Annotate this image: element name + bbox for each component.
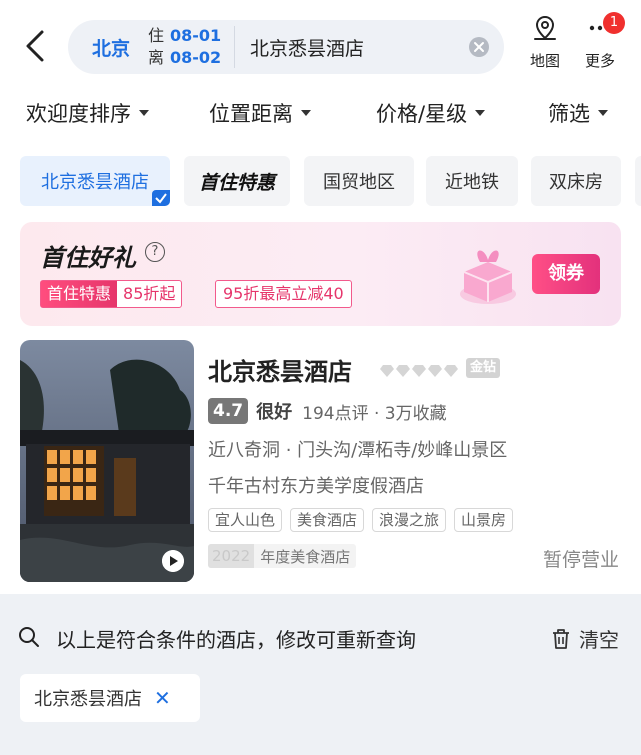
notification-badge: 1 <box>603 12 625 34</box>
diamond-icon <box>444 362 458 377</box>
hotel-tag: 宜人山色 <box>208 508 283 532</box>
active-query-chip[interactable]: 北京悉昙酒店 ✕ <box>20 674 200 722</box>
promo-tag-value: 85折起 <box>123 284 176 303</box>
checkout-label: 离 <box>148 48 165 67</box>
rating-word: 很好 <box>256 402 293 423</box>
search-query[interactable]: 北京悉昙酒店 <box>250 34 364 61</box>
more-button[interactable]: 更多 1 <box>574 12 626 71</box>
chip-first-stay-promo[interactable]: 首住特惠 <box>184 156 290 206</box>
close-icon[interactable]: ✕ <box>154 686 171 710</box>
checkin-label: 住 <box>148 26 165 45</box>
checkout-date: 08-02 <box>170 48 222 67</box>
more-label: 更多 <box>584 52 615 70</box>
check-icon <box>152 190 170 206</box>
score-badge: 4.7 <box>208 398 249 424</box>
hotel-photo-image <box>20 340 194 582</box>
diamond-icon <box>380 362 394 377</box>
chip-guomao[interactable]: 国贸地区 <box>304 156 414 206</box>
map-label: 地图 <box>529 52 560 70</box>
active-query-label: 北京悉昙酒店 <box>34 689 142 710</box>
clear-all-label: 清空 <box>579 628 619 652</box>
hotel-tag: 美食酒店 <box>290 508 365 532</box>
hotel-tag: 浪漫之旅 <box>372 508 447 532</box>
hotel-location: 近八奇洞 · 门头沟/潭柘寺/妙峰山景区 <box>208 440 508 461</box>
hotel-name[interactable]: 北京悉昙酒店 <box>208 352 352 387</box>
sort-price-star[interactable]: 价格/星级 <box>376 98 486 128</box>
gift-box-icon <box>460 250 516 304</box>
trash-icon <box>553 628 569 649</box>
sort-filter-bar: 欢迎度排序 位置距离 价格/星级 筛选 <box>0 98 641 134</box>
caret-down-icon <box>475 110 486 116</box>
promo-tag-name: 首住特惠 <box>41 281 118 307</box>
diamond-icon <box>412 362 426 377</box>
date-range[interactable]: 住 08-01 离 08-02 <box>148 25 221 69</box>
claim-coupon-button[interactable]: 领券 <box>532 254 600 294</box>
chip-twin-room[interactable]: 双床房 <box>531 156 621 206</box>
promo-discount-tag: 95折最高立减40 <box>215 280 352 308</box>
caret-down-icon <box>301 110 311 116</box>
chip-overflow[interactable] <box>635 156 641 206</box>
chip-label: 近地铁 <box>445 172 499 193</box>
chip-selected-label: 北京悉昙酒店 <box>41 172 149 193</box>
search-box[interactable]: 北京 住 08-01 离 08-02 北京悉昙酒店 <box>68 20 504 74</box>
chip-near-subway[interactable]: 近地铁 <box>426 156 518 206</box>
back-arrow-icon[interactable] <box>20 28 52 64</box>
search-hint-panel: 以上是符合条件的酒店，修改可重新查询 清空 北京悉昙酒店 ✕ <box>0 594 641 755</box>
chip-promo-label: 首住特惠 <box>198 171 275 194</box>
filter-menu[interactable]: 筛选 <box>548 98 608 128</box>
clear-search-icon[interactable] <box>468 36 490 58</box>
sort-distance[interactable]: 位置距离 <box>209 98 311 128</box>
first-stay-gift-banner[interactable]: 首住好礼 ? 首住特惠 85折起 95折最高立减40 领券 <box>20 222 621 326</box>
award-year: 2022 <box>208 544 255 568</box>
sort-popularity-label: 欢迎度排序 <box>26 102 131 126</box>
sort-price-label: 价格/星级 <box>376 102 468 126</box>
sort-distance-label: 位置距离 <box>209 102 293 126</box>
diamond-icon <box>396 362 410 377</box>
award-badge: 2022 年度美食酒店 <box>208 544 357 568</box>
award-text: 年度美食酒店 <box>260 547 351 566</box>
member-level-badge: 金钻 <box>466 358 501 378</box>
promo-tag: 首住特惠 85折起 <box>40 280 183 308</box>
chip-label: 双床房 <box>549 172 603 193</box>
hotel-card[interactable]: 北京悉昙酒店 金钻 4.7 很好 194点评 · 3万收藏 近八奇洞 · 门头沟… <box>0 340 641 590</box>
map-pin-icon <box>534 15 556 40</box>
caret-down-icon <box>139 110 149 116</box>
hotel-description: 千年古村东方美学度假酒店 <box>208 476 424 497</box>
hotel-tags: 宜人山色 美食酒店 浪漫之旅 山景房 <box>208 508 521 532</box>
search-hint-text: 以上是符合条件的酒店，修改可重新查询 <box>56 628 416 652</box>
status-text: 暂停营业 <box>542 549 619 571</box>
chip-selected-hotel[interactable]: 北京悉昙酒店 <box>20 156 170 206</box>
caret-down-icon <box>598 110 608 116</box>
filter-label: 筛选 <box>548 102 590 126</box>
hotel-tag: 山景房 <box>454 508 514 532</box>
quick-filter-chips: 北京悉昙酒店 首住特惠 国贸地区 近地铁 双床房 <box>0 156 641 208</box>
clear-all-button[interactable]: 清空 <box>551 624 619 653</box>
diamond-rating <box>380 362 460 377</box>
banner-title: 首住好礼 <box>40 244 136 272</box>
play-video-icon[interactable] <box>162 550 184 572</box>
review-summary[interactable]: 4.7 很好 194点评 · 3万收藏 <box>208 398 447 424</box>
city-selector[interactable]: 北京 <box>92 34 130 61</box>
map-button[interactable]: 地图 <box>519 14 571 71</box>
sort-popularity[interactable]: 欢迎度排序 <box>26 98 149 128</box>
search-divider <box>234 26 235 68</box>
top-bar: 北京 住 08-01 离 08-02 北京悉昙酒店 地图 更多 1 <box>0 0 641 92</box>
review-count: 194点评 · 3万收藏 <box>302 403 447 424</box>
hotel-photo[interactable] <box>20 340 194 582</box>
search-icon <box>19 627 39 647</box>
checkin-date: 08-01 <box>170 26 222 45</box>
help-icon[interactable]: ? <box>145 242 165 262</box>
diamond-icon <box>428 362 442 377</box>
chip-label: 国贸地区 <box>323 172 395 193</box>
